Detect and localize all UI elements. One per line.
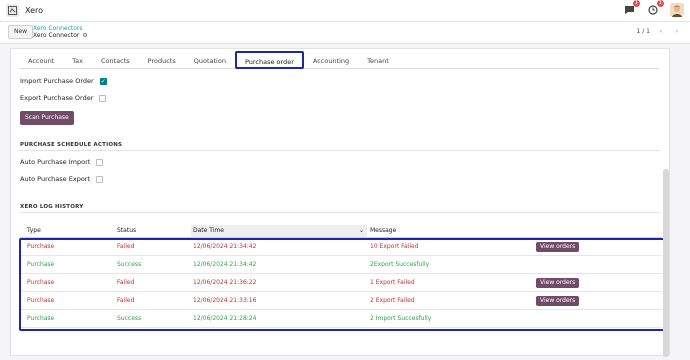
import-purchase-order-checkbox[interactable]: ✓ (99, 77, 107, 85)
tab-accounting[interactable]: Accounting (304, 51, 358, 69)
log-divider (20, 212, 660, 213)
schedule-divider (20, 150, 660, 151)
breadcrumb-current-label: Xero Connector (33, 32, 80, 39)
schedule-section-title: PURCHASE SCHEDULE ACTIONS (20, 142, 123, 148)
column-header-status[interactable]: Status (117, 225, 136, 237)
activity-badge: 1 (656, 0, 664, 7)
scan-purchase-button[interactable]: Scan Purchase (20, 111, 74, 125)
log-section-title: XERO LOG HISTORY (20, 204, 84, 210)
import-purchase-order-label: Import Purchase Order (20, 77, 94, 85)
tab-tax[interactable]: Tax (63, 51, 92, 69)
auto-purchase-import-checkbox[interactable] (96, 158, 104, 166)
column-header-message[interactable]: Message (370, 225, 396, 237)
chevron-left-icon[interactable]: ‹ (656, 26, 666, 36)
export-purchase-order-checkbox[interactable] (99, 94, 107, 102)
new-button[interactable]: New (8, 25, 34, 39)
user-avatar[interactable] (670, 3, 684, 17)
app-title[interactable]: Xero (25, 6, 43, 15)
sort-chevron-down-icon: ⌄ (358, 227, 364, 234)
tab-tenant[interactable]: Tenant (358, 51, 398, 69)
column-header-date-time-label: Date Time (193, 227, 224, 234)
auto-purchase-import-label: Auto Purchase Import (20, 158, 91, 166)
tab-contacts[interactable]: Contacts (92, 51, 139, 69)
breadcrumb-current: Xero Connector ⚙ (33, 32, 88, 39)
form-sheet: Account Tax Contacts Products Quotation … (10, 48, 670, 357)
column-header-type[interactable]: Type (27, 225, 41, 237)
breadcrumb-parent-link[interactable]: Xero Connectors (33, 25, 88, 32)
export-purchase-order-label: Export Purchase Order (20, 94, 94, 102)
apps-menu-icon[interactable] (6, 4, 19, 17)
tab-products[interactable]: Products (139, 51, 185, 69)
chat-icon[interactable]: 1 (622, 0, 640, 17)
chevron-right-icon[interactable]: › (672, 26, 682, 36)
activity-clock-icon[interactable]: 1 (646, 0, 664, 17)
tab-quotation[interactable]: Quotation (185, 51, 235, 69)
auto-purchase-export-field: Auto Purchase Export (20, 175, 104, 183)
vertical-scrollbar[interactable] (663, 169, 669, 357)
tab-account[interactable]: Account (19, 51, 63, 69)
notebook-tabs: Account Tax Contacts Products Quotation … (19, 51, 659, 69)
gear-icon[interactable]: ⚙ (82, 32, 87, 39)
tab-purchase-order[interactable]: Purchase order (234, 51, 304, 69)
log-table-header: Type Status Date Time ⌄ Message (20, 225, 662, 237)
breadcrumb: Xero Connectors Xero Connector ⚙ (33, 25, 88, 39)
pager-value[interactable]: 1 / 1 (637, 28, 650, 35)
top-navbar: Xero 1 1 (0, 0, 690, 22)
auto-purchase-import-field: Auto Purchase Import (20, 158, 104, 166)
column-header-date-time[interactable]: Date Time ⌄ (191, 225, 367, 237)
pager: 1 / 1 ‹ › (637, 26, 682, 36)
control-panel: New Xero Connectors Xero Connector ⚙ 1 /… (0, 22, 690, 44)
chat-badge: 1 (632, 0, 640, 7)
export-purchase-order-field: Export Purchase Order (20, 94, 107, 102)
log-highlight-box (19, 238, 665, 331)
auto-purchase-export-label: Auto Purchase Export (20, 175, 91, 183)
import-purchase-order-field: Import Purchase Order ✓ (20, 77, 107, 85)
auto-purchase-export-checkbox[interactable] (96, 175, 104, 183)
